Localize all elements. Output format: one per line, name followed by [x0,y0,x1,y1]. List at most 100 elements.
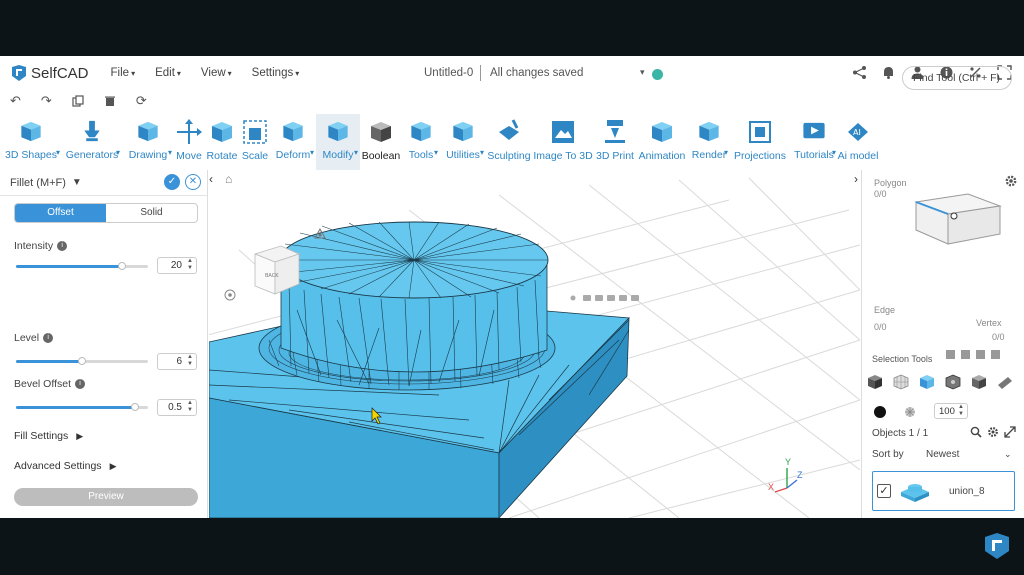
tool-rotate[interactable]: Rotate [204,114,240,170]
tool-3d-shapes[interactable]: 3D Shapes ▾ [0,114,62,170]
preview-button[interactable]: Preview [14,488,198,506]
tool-modify[interactable]: Modify ▾ [316,114,360,170]
title-divider [480,65,481,81]
object-visibility-checkbox[interactable]: ✓ [877,484,891,498]
selfcad-logo-icon [12,65,26,81]
collapse-left-chevron-icon[interactable]: ‹ [209,172,213,186]
tool-ai-model[interactable]: AI Ai model [838,114,878,170]
home-icon[interactable]: ⌂ [225,172,232,186]
object-settings-gear-icon[interactable] [987,426,999,438]
select-vertex-icon[interactable] [970,373,988,391]
tool-move[interactable]: Move [174,114,204,170]
floating-toolbar[interactable] [569,290,641,301]
select-cube-icon[interactable] [976,350,985,359]
select-object-icon[interactable] [866,373,884,391]
select-face-icon[interactable] [918,373,936,391]
save-status-chevron-down-icon[interactable]: ▾ [640,67,645,78]
intensity-slider[interactable] [16,262,148,270]
select-copy-icon[interactable] [961,350,970,359]
3d-viewport[interactable]: BACK X Y Z ‹ ⌂ › [209,170,860,518]
slider-handle[interactable] [78,357,86,365]
expand-icon[interactable] [1004,426,1016,438]
intensity-input[interactable]: 20 ▲ ▼ [157,257,197,274]
view-cube[interactable]: BACK [247,242,307,302]
search-icon[interactable] [970,426,982,438]
tool-label: Deform [275,149,311,161]
tool-drawing[interactable]: Drawing ▾ [122,114,174,170]
tool-chevron-down-icon: ▾ [309,148,314,157]
reset-icon[interactable]: ⟳ [136,93,147,109]
stepper-icon[interactable]: ▲ ▼ [958,404,964,418]
undo-icon[interactable]: ↶ [10,93,21,109]
target-icon[interactable] [223,288,237,302]
tool-animation[interactable]: Animation [636,114,688,170]
tool-3d-print[interactable]: 3D Print [594,114,636,170]
tool-image-to-3d[interactable]: Image To 3D [532,114,594,170]
select-edge-icon[interactable] [944,373,962,391]
select-arrow-icon[interactable] [946,350,955,359]
app-logo[interactable]: SelfCAD [10,64,89,82]
panel-title-chevron-down-icon[interactable]: ▼ [72,177,82,188]
advanced-settings-toggle[interactable]: Advanced Settings ▶ [14,460,116,472]
copy-icon[interactable] [72,95,84,107]
vertex-label[interactable]: Vertex [976,318,1002,328]
tool-sculpting[interactable]: Sculpting [486,114,532,170]
orbit-icon[interactable] [313,228,327,242]
object-name: union_8 [949,486,985,497]
scene-canvas[interactable] [209,170,860,518]
tool-label: 3D Shapes [5,149,57,161]
tool-tutorials[interactable]: Tutorials ▾ [790,114,838,170]
rotate-icon [212,122,232,142]
tab-solid[interactable]: Solid [106,204,197,222]
texture-icon[interactable] [904,406,916,418]
close-icon[interactable]: ✕ [185,174,201,190]
sort-chevron-down-icon[interactable]: ⌄ [1004,449,1012,460]
stepper-icon[interactable]: ▲ ▼ [187,400,193,414]
bevel-offset-input[interactable]: 0.5 ▲ ▼ [157,399,197,416]
apply-check-icon[interactable]: ✓ [164,174,180,190]
slider-handle[interactable] [130,403,139,411]
menu-edit[interactable]: Edit [155,67,181,79]
select-grid-icon[interactable] [991,350,1000,359]
tab-offset[interactable]: Offset [15,204,106,222]
object-list-item[interactable]: ✓ union_8 [872,471,1015,511]
tool-label: Move [176,150,202,162]
tool-generators[interactable]: Generators ▾ [62,114,122,170]
info-icon[interactable]: i [57,241,68,252]
trash-icon[interactable] [104,95,116,107]
tool-utilities[interactable]: Utilities ▾ [440,114,486,170]
bevel-offset-slider[interactable] [16,403,148,411]
edge-label[interactable]: Edge [874,305,895,315]
menu-settings[interactable]: Settings [252,67,300,79]
tool-projections[interactable]: Projections [730,114,790,170]
level-slider[interactable] [16,357,148,365]
stepper-icon[interactable]: ▲ ▼ [187,258,193,272]
info-icon[interactable]: i [43,333,54,344]
tool-scale[interactable]: Scale [240,114,270,170]
menu-file[interactable]: File [111,67,136,79]
select-mesh-icon[interactable] [892,373,910,391]
tool-render[interactable]: Render ▾ [688,114,730,170]
polygon-label[interactable]: Polygon [874,178,907,188]
tool-tools[interactable]: Tools ▾ [402,114,440,170]
document-title[interactable]: Untitled-0 [424,67,473,79]
stepper-icon[interactable]: ▲ ▼ [187,354,193,368]
tool-boolean[interactable]: Boolean [360,114,402,170]
slider-handle[interactable] [117,262,126,270]
opacity-input[interactable]: 100 ▲ ▼ [934,403,968,419]
info-icon[interactable]: i [75,379,86,390]
tool-deform[interactable]: Deform ▾ [270,114,316,170]
selection-mode-cube[interactable] [908,180,1008,256]
image-to-3d-icon [552,121,574,143]
find-tool-input[interactable]: Find Tool (Ctrl + F) [902,66,1012,90]
sort-select[interactable]: Newest [926,449,959,460]
color-swatch-icon[interactable] [874,406,886,418]
select-paint-icon[interactable] [996,373,1014,391]
bell-icon[interactable] [881,65,896,80]
menu-view[interactable]: View [201,67,232,79]
redo-icon[interactable]: ↷ [41,93,52,109]
level-input[interactable]: 6 ▲ ▼ [157,353,197,370]
fill-settings-toggle[interactable]: Fill Settings ▶ [14,430,83,442]
share-icon[interactable] [852,65,867,80]
collapse-right-chevron-icon[interactable]: › [854,172,858,186]
